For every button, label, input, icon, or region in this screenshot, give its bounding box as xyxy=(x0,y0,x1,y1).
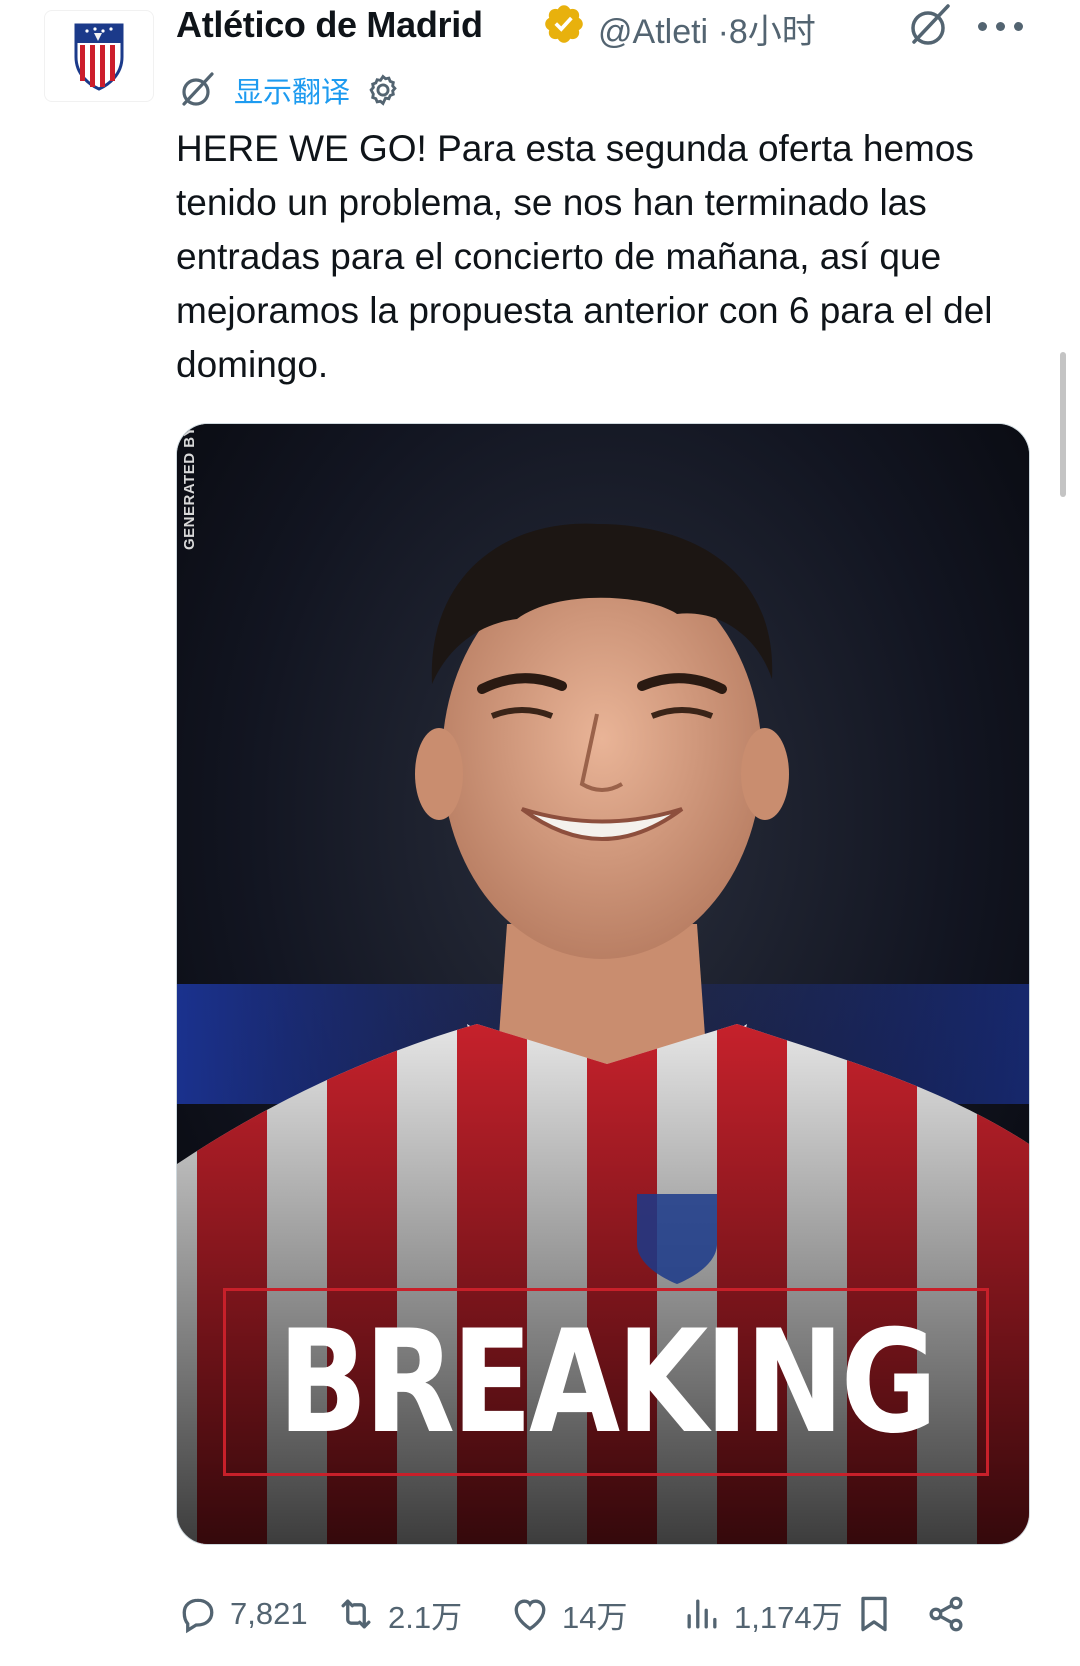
scrollbar[interactable] xyxy=(1060,352,1066,497)
translate-row: 显示翻译 xyxy=(176,66,402,114)
views-icon xyxy=(687,1599,717,1629)
tweet-header: Atlético de Madrid @Atleti ·8小时 xyxy=(176,0,1056,53)
like-button[interactable]: 14万 xyxy=(508,1584,627,1644)
grok-icon[interactable] xyxy=(904,0,956,52)
views-button[interactable]: 1,174万 xyxy=(680,1584,843,1644)
share-icon xyxy=(929,1596,963,1632)
gear-icon[interactable] xyxy=(364,71,402,109)
repost-icon xyxy=(341,1599,371,1629)
heart-icon xyxy=(514,1599,546,1631)
avatar[interactable] xyxy=(44,10,154,102)
timestamp[interactable]: 8小时 xyxy=(729,13,816,51)
share-button[interactable] xyxy=(924,1584,968,1644)
generated-by-ai-label: GENERATED BY AI xyxy=(181,423,198,550)
reply-icon xyxy=(182,1598,214,1634)
like-count: 14万 xyxy=(562,1599,628,1635)
breaking-headline: BREAKING xyxy=(277,1299,938,1465)
separator: · xyxy=(717,13,729,51)
grok-icon[interactable] xyxy=(176,68,220,112)
bookmark-icon xyxy=(861,1596,887,1632)
reply-button[interactable]: 7,821 xyxy=(176,1584,308,1644)
repost-count: 2.1万 xyxy=(388,1599,463,1635)
more-options-icon[interactable] xyxy=(978,18,1024,34)
tweet-actions: 7,821 2.1万 14万 1,174万 xyxy=(176,1584,1056,1644)
verified-badge-icon[interactable] xyxy=(542,2,586,46)
account-handle[interactable]: @Atleti xyxy=(598,13,708,51)
account-name[interactable]: Atlético de Madrid xyxy=(176,4,483,46)
repost-button[interactable]: 2.1万 xyxy=(334,1584,462,1644)
tweet-text: HERE WE GO! Para esta segunda oferta hem… xyxy=(176,128,993,385)
tweet-media[interactable]: GENERATED BY AI BREAKING xyxy=(176,423,1030,1545)
reply-count: 7,821 xyxy=(230,1596,308,1631)
show-translation-link[interactable]: 显示翻译 xyxy=(234,69,350,111)
account-handle-time[interactable]: @Atleti ·8小时 xyxy=(598,4,816,53)
atletico-crest-icon xyxy=(74,23,124,91)
bookmark-button[interactable] xyxy=(852,1584,896,1644)
view-count: 1,174万 xyxy=(734,1599,843,1635)
